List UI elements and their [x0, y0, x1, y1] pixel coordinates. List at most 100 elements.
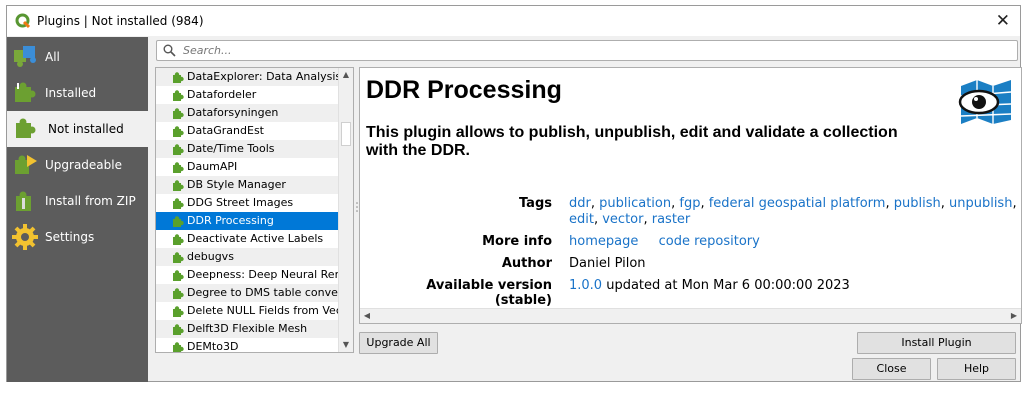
plugin-puzzle-icon	[173, 198, 184, 209]
plugin-list-item[interactable]: Dataforsyningen	[156, 104, 340, 122]
available-version-value: 1.0.0 updated at Mon Mar 6 00:00:00 2023	[569, 278, 850, 293]
plugin-puzzle-icon	[173, 108, 184, 119]
title-bar: Plugins | Not installed (984) ✕	[7, 6, 1020, 36]
plugin-list-item[interactable]: Delete NULL Fields from Vector	[156, 302, 340, 320]
plugin-list-item[interactable]: DDG Street Images	[156, 194, 340, 212]
plugin-list-item-label: Degree to DMS table converter	[187, 286, 340, 299]
plugin-list-item-label: Deactivate Active Labels	[187, 232, 324, 245]
qgis-logo-icon	[15, 13, 31, 29]
plugin-puzzle-icon	[173, 288, 184, 299]
sidebar-item-not-installed[interactable]: Not installed	[7, 111, 148, 147]
tags-label: Tags	[518, 196, 552, 211]
plugin-list-item[interactable]: DaumAPI	[156, 158, 340, 176]
sidebar-item-upgradeable[interactable]: Upgradeable	[7, 147, 148, 183]
plugin-list-item[interactable]: DEMto3D	[156, 338, 340, 353]
plugin-list-item[interactable]: Date/Time Tools	[156, 140, 340, 158]
scroll-right-arrow[interactable]: ▶	[1007, 309, 1021, 323]
version-updated-text: updated at Mon Mar 6 00:00:00 2023	[602, 278, 850, 293]
plugin-list-item-label: DataGrandEst	[187, 124, 264, 137]
tag-link[interactable]: raster	[652, 212, 691, 227]
close-button[interactable]: Close	[852, 358, 931, 380]
plugin-list-item[interactable]: DB Style Manager	[156, 176, 340, 194]
plugin-details: DDR Processing This plugin allows to pub…	[359, 67, 1022, 324]
code-repository-link[interactable]: code repository	[659, 234, 760, 249]
scroll-left-arrow[interactable]: ◀	[360, 309, 374, 323]
more-info-value: homepage code repository	[569, 234, 760, 249]
plugin-description: This plugin allows to publish, unpublish…	[366, 124, 898, 159]
tag-separator: ,	[590, 196, 600, 211]
tag-link[interactable]: publication	[599, 196, 671, 211]
eye-map-logo-icon	[958, 80, 1012, 124]
sidebar-item-settings[interactable]: Settings	[7, 219, 148, 255]
plugin-list-item-label: Date/Time Tools	[187, 142, 275, 155]
scroll-down-arrow[interactable]: ▼	[339, 338, 353, 352]
sidebar-item-label: Not installed	[48, 122, 124, 136]
plugin-list-item[interactable]: debugvs	[156, 248, 340, 266]
plugin-list-item-label: DDG Street Images	[187, 196, 294, 209]
tag-link[interactable]: federal geospatial platform	[709, 196, 886, 211]
plugin-list-scrollbar[interactable]: ▲ ▼	[338, 68, 353, 352]
plugin-list-item-label: DEMto3D	[187, 340, 239, 353]
more-info-label: More info	[482, 234, 552, 249]
puzzle-installed-icon	[15, 82, 36, 102]
tag-link[interactable]: fgp	[679, 196, 700, 211]
tag-separator: ,	[700, 196, 709, 211]
details-horizontal-scrollbar[interactable]: ◀ ▶	[360, 308, 1021, 323]
install-plugin-button[interactable]: Install Plugin	[857, 332, 1016, 354]
available-version-label: Available version (stable)	[426, 278, 552, 308]
plugin-puzzle-icon	[173, 180, 184, 191]
plugin-list-item-label: DaumAPI	[187, 160, 238, 173]
plugin-puzzle-icon	[173, 90, 184, 101]
plugin-list-item[interactable]: Degree to DMS table converter	[156, 284, 340, 302]
plugin-list-item[interactable]: Datafordeler	[156, 86, 340, 104]
sidebar-item-label: Upgradeable	[45, 158, 122, 172]
plugin-puzzle-icon	[173, 324, 184, 335]
plugin-puzzle-icon	[173, 162, 184, 173]
plugin-puzzle-icon	[173, 306, 184, 317]
plugin-list: DataExplorer: Data Analysis and Visualiz…	[155, 67, 354, 353]
homepage-link[interactable]: homepage	[569, 234, 638, 249]
plugin-puzzle-icon	[173, 216, 184, 227]
tag-separator: ,	[885, 196, 894, 211]
plugin-puzzle-icon	[173, 126, 184, 137]
sidebar-item-all[interactable]: All	[7, 39, 148, 75]
settings-gear-icon	[12, 224, 38, 250]
plugin-list-item[interactable]: Deepness: Deep Neural Remote Sensing	[156, 266, 340, 284]
sidebar-item-label: Installed	[45, 86, 97, 100]
plugin-list-item[interactable]: DataExplorer: Data Analysis and Visualiz…	[156, 68, 340, 86]
scroll-thumb[interactable]	[341, 122, 351, 146]
plugin-puzzle-icon	[173, 270, 184, 281]
upgrade-all-button[interactable]: Upgrade All	[359, 332, 438, 354]
splitter-handle[interactable]	[356, 201, 358, 215]
tag-link[interactable]: vector	[602, 212, 643, 227]
plugin-list-item[interactable]: DataGrandEst	[156, 122, 340, 140]
search-box[interactable]	[156, 40, 1018, 61]
author-label: Author	[501, 256, 552, 271]
plugin-puzzle-icon	[173, 72, 184, 83]
sidebar-item-installed[interactable]: Installed	[7, 75, 148, 111]
plugin-puzzle-icon	[173, 144, 184, 155]
tag-link[interactable]: ddr	[569, 196, 591, 211]
tag-separator: ,	[1012, 196, 1017, 211]
sidebar-item-install-from-zip[interactable]: Install from ZIP	[7, 183, 148, 219]
tag-link[interactable]: unpublish	[949, 196, 1012, 211]
tag-link[interactable]: edit	[569, 212, 594, 227]
help-button[interactable]: Help	[937, 358, 1016, 380]
tag-link[interactable]: publish	[894, 196, 941, 211]
scroll-up-arrow[interactable]: ▲	[339, 68, 353, 82]
version-link[interactable]: 1.0.0	[569, 278, 602, 293]
plugins-dialog: Plugins | Not installed (984) ✕ All Inst…	[6, 5, 1022, 382]
search-input[interactable]	[183, 42, 1003, 59]
plugin-list-item-label: DB Style Manager	[187, 178, 286, 191]
sidebar: All Installed Not installed Upgradeable	[7, 37, 148, 382]
plugin-title: DDR Processing	[366, 76, 562, 104]
sidebar-item-label: Install from ZIP	[45, 194, 136, 208]
zip-install-icon	[16, 191, 31, 211]
plugin-list-item-label: debugvs	[187, 250, 234, 263]
plugin-list-item[interactable]: DDR Processing	[156, 212, 340, 230]
close-window-icon[interactable]: ✕	[996, 11, 1010, 31]
plugin-list-item[interactable]: Delft3D Flexible Mesh	[156, 320, 340, 338]
plugin-list-item-label: Datafordeler	[187, 88, 257, 101]
plugin-list-item-label: Delft3D Flexible Mesh	[187, 322, 308, 335]
plugin-list-item[interactable]: Deactivate Active Labels	[156, 230, 340, 248]
